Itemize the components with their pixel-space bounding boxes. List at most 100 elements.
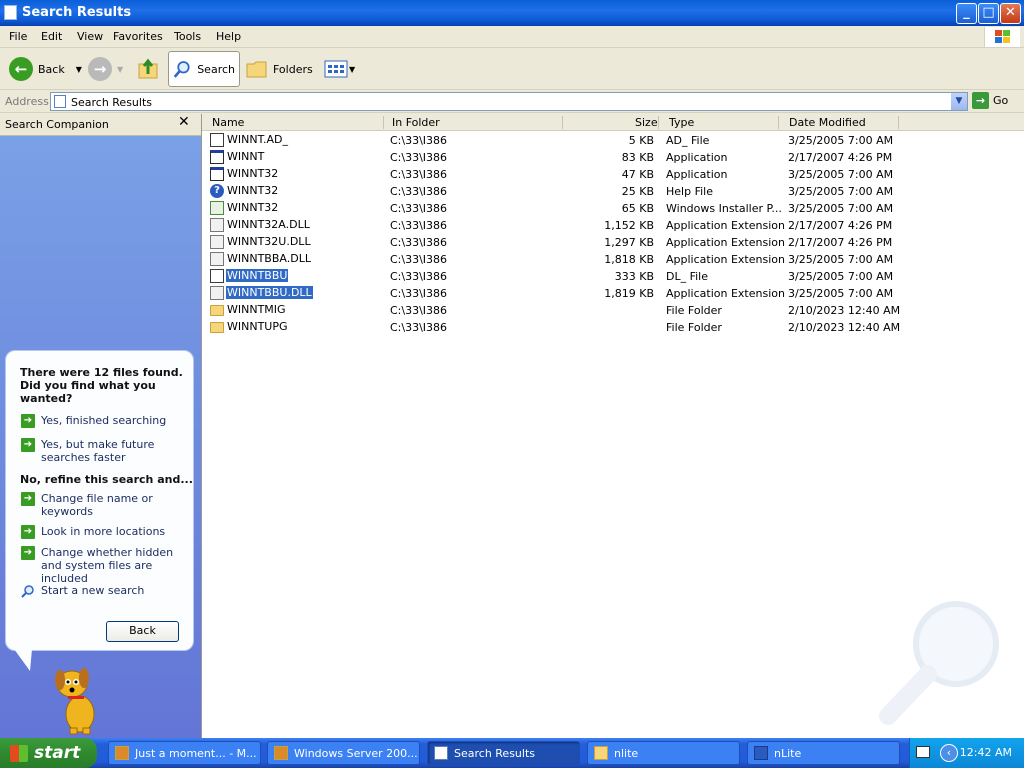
file-row[interactable]: ? WINNT32 C:\33\I386 25 KB Help File 3/25/200… (202, 183, 1024, 200)
search-companion-header: Search Companion ✕ (0, 114, 201, 136)
link-hidden-system-files[interactable]: ➔ Change whether hidden and system files… (21, 546, 186, 585)
file-row[interactable]: WINNTBBU C:\33\I386 333 KB DL_ File 3/25/200… (202, 268, 1024, 285)
menu-view[interactable]: View (77, 30, 103, 43)
task-search-results[interactable]: Search Results (427, 741, 580, 765)
link-label: Yes, but make future searches faster (41, 438, 155, 464)
link-change-file-name[interactable]: ➔ Change file name or keywords (21, 492, 161, 518)
window-title: Search Results (22, 5, 132, 20)
go-button[interactable]: → Go (972, 92, 1008, 109)
forward-button[interactable]: → ▼ (84, 51, 127, 87)
task-windows-server[interactable]: Windows Server 200... (267, 741, 420, 765)
refine-heading: No, refine this search and... (20, 473, 193, 486)
file-date: 2/17/2007 4:26 PM (788, 219, 893, 232)
link-more-locations[interactable]: ➔ Look in more locations (21, 525, 165, 539)
file-folder: C:\33\I386 (390, 304, 448, 317)
views-icon (324, 60, 348, 78)
column-name[interactable]: Name (212, 116, 244, 129)
file-size: 1,818 KB (604, 253, 654, 266)
file-row[interactable]: WINNT C:\33\I386 83 KB Application 2/17/2007… (202, 149, 1024, 166)
menu-file[interactable]: File (9, 30, 27, 43)
column-divider[interactable] (562, 116, 563, 129)
file-folder: C:\33\I386 (390, 321, 448, 334)
address-input[interactable]: Search Results ▼ (50, 92, 968, 111)
chevron-down-icon[interactable]: ▼ (117, 65, 123, 74)
file-date: 3/25/2005 7:00 AM (788, 168, 894, 181)
folders-label: Folders (273, 62, 313, 76)
column-divider[interactable] (383, 116, 384, 129)
search-icon (21, 585, 34, 598)
file-name: WINNTBBU.DLL (226, 286, 313, 299)
column-date[interactable]: Date Modified (789, 116, 866, 129)
column-divider[interactable] (778, 116, 779, 129)
chevron-down-icon[interactable]: ▼ (951, 93, 967, 110)
file-date: 3/25/2005 7:00 AM (788, 270, 894, 283)
file-date: 2/10/2023 12:40 AM (788, 321, 901, 334)
green-arrow-icon: ➔ (21, 492, 35, 506)
file-row[interactable]: WINNT32U.DLL C:\33\I386 1,297 KB Applicatio… (202, 234, 1024, 251)
task-browser[interactable]: Just a moment... - M... (108, 741, 261, 765)
menu-help[interactable]: Help (216, 30, 241, 43)
column-size[interactable]: Size (635, 116, 658, 129)
chevron-left-icon[interactable]: ‹ (940, 744, 958, 762)
menu-favorites[interactable]: Favorites (113, 30, 163, 43)
keyboard-icon[interactable] (916, 746, 930, 758)
file-row[interactable]: WINNT32A.DLL C:\33\I386 1,152 KB Applicatio… (202, 217, 1024, 234)
file-date: 3/25/2005 7:00 AM (788, 253, 894, 266)
file-date: 2/10/2023 12:40 AM (788, 304, 901, 317)
back-button[interactable]: ← Back ▼ (5, 51, 86, 87)
maximize-button[interactable]: □ (978, 3, 999, 24)
address-value: Search Results (71, 96, 153, 109)
task-nlite-folder[interactable]: nlite (587, 741, 740, 765)
menu-tools[interactable]: Tools (174, 30, 201, 43)
folders-button[interactable]: Folders (242, 51, 317, 87)
chevron-down-icon[interactable]: ▼ (349, 65, 355, 74)
up-folder-icon (138, 58, 158, 79)
toolbar: ← Back ▼ → ▼ Search Folders ▼ (0, 48, 1024, 90)
file-row[interactable]: WINNTMIG C:\33\I386 File Folder 2/10/2023 1… (202, 302, 1024, 319)
link-finished-searching[interactable]: ➔ Yes, finished searching (21, 414, 166, 428)
file-name: WINNTMIG (227, 303, 286, 316)
minimize-button[interactable]: _ (956, 3, 977, 24)
file-row[interactable]: WINNT32 C:\33\I386 47 KB Application 3/25/20… (202, 166, 1024, 183)
task-label: nlite (614, 746, 639, 760)
file-size: 1,819 KB (604, 287, 654, 300)
dll-icon (210, 286, 224, 300)
search-dog-icon[interactable] (50, 662, 110, 736)
forward-arrow-icon: → (88, 57, 112, 81)
search-companion-pane: Search Companion ✕ There were 12 files f… (0, 114, 201, 738)
file-size: 5 KB (628, 134, 654, 147)
file-row[interactable]: WINNTBBA.DLL C:\33\I386 1,818 KB Applicatio… (202, 251, 1024, 268)
up-folder-button[interactable] (132, 51, 166, 87)
file-row[interactable]: WINNT.AD_ C:\33\I386 5 KB AD_ File 3/25/2005… (202, 132, 1024, 149)
app-icon (210, 150, 224, 164)
help-icon: ? (210, 184, 224, 198)
file-date: 2/17/2007 4:26 PM (788, 236, 893, 249)
close-button[interactable]: ✕ (1000, 3, 1021, 24)
file-row[interactable]: WINNT32 C:\33\I386 65 KB Windows Installer … (202, 200, 1024, 217)
link-new-search[interactable]: Start a new search (21, 584, 144, 598)
file-row[interactable]: WINNTUPG C:\33\I386 File Folder 2/10/2023 1… (202, 319, 1024, 336)
go-label: Go (993, 94, 1009, 107)
task-nlite-app[interactable]: nLite (747, 741, 900, 765)
column-divider[interactable] (898, 116, 899, 129)
title-bar[interactable]: Search Results _ □ ✕ (0, 0, 1024, 26)
chevron-down-icon[interactable]: ▼ (76, 65, 82, 74)
file-date: 3/25/2005 7:00 AM (788, 287, 894, 300)
dll-icon (210, 252, 224, 266)
column-divider[interactable] (658, 116, 659, 129)
menu-edit[interactable]: Edit (41, 30, 62, 43)
link-faster-searches[interactable]: ➔ Yes, but make future searches faster (21, 438, 181, 464)
file-folder: C:\33\I386 (390, 219, 448, 232)
file-type: AD_ File (666, 134, 710, 147)
file-folder: C:\33\I386 (390, 202, 448, 215)
column-folder[interactable]: In Folder (392, 116, 440, 129)
close-icon[interactable]: ✕ (178, 114, 190, 130)
search-button[interactable]: Search (168, 51, 240, 87)
views-button[interactable]: ▼ (320, 51, 359, 87)
address-bar: Address Search Results ▼ → Go (0, 90, 1024, 113)
start-button[interactable]: start (0, 738, 97, 768)
column-type[interactable]: Type (669, 116, 694, 129)
file-row[interactable]: WINNTBBU.DLL C:\33\I386 1,819 KB Applicatio… (202, 285, 1024, 302)
file-date: 3/25/2005 7:00 AM (788, 202, 894, 215)
sidebar-back-button[interactable]: Back (106, 621, 179, 642)
